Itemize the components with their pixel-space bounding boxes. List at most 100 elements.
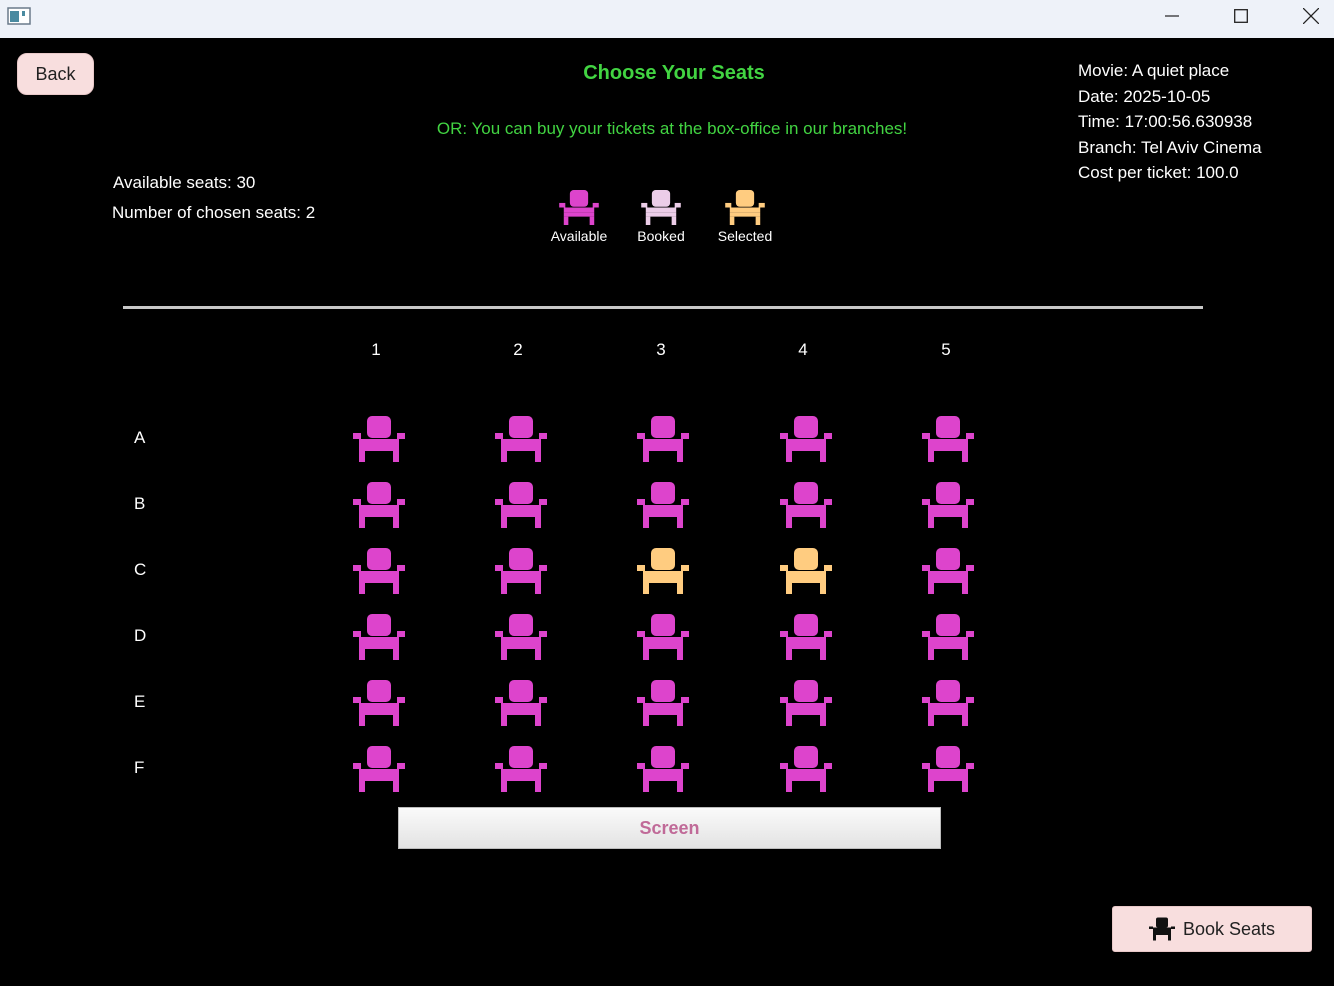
seat-E1[interactable] [353, 680, 405, 726]
seat-selected-icon [780, 548, 832, 594]
column-label: 2 [513, 340, 523, 359]
seat-E2[interactable] [495, 680, 547, 726]
seat-A3[interactable] [637, 416, 689, 462]
seat-D2[interactable] [495, 614, 547, 660]
seat-available-icon [637, 614, 689, 660]
seat-available-icon [922, 416, 974, 462]
book-seats-label: Book Seats [1182, 918, 1276, 939]
seat-available-icon [353, 614, 405, 660]
seat-available-icon [495, 614, 547, 660]
seat-selected-icon [637, 548, 689, 594]
seat-F3[interactable] [637, 746, 689, 792]
seat-available-icon [353, 548, 405, 594]
seat-F5[interactable] [922, 746, 974, 792]
seat-A4[interactable] [780, 416, 832, 462]
column-label: 1 [371, 340, 381, 359]
legend-label: Available [550, 228, 608, 244]
seat-F2[interactable] [495, 746, 547, 792]
seat-D1[interactable] [353, 614, 405, 660]
seat-available-icon [353, 482, 405, 528]
close-icon [1303, 8, 1319, 24]
screen-indicator: Screen [398, 807, 941, 849]
seat-available-icon [637, 680, 689, 726]
minimize-button[interactable] [1137, 0, 1207, 32]
seat-available-icon [495, 746, 547, 792]
seat-selected-icon [705, 190, 785, 225]
show-date: Date: 2025-10-05 [1078, 86, 1211, 106]
minimize-icon [1165, 15, 1179, 17]
seat-available-icon [539, 190, 619, 225]
seat-available-icon [495, 482, 547, 528]
seat-available-icon [780, 482, 832, 528]
seat-B2[interactable] [495, 482, 547, 528]
row-label: E [134, 692, 146, 711]
seat-available-icon [495, 548, 547, 594]
page-title: Choose Your Seats [583, 62, 765, 84]
row-label: F [134, 758, 145, 777]
seat-F1[interactable] [353, 746, 405, 792]
legend-label: Booked [637, 228, 685, 244]
seat-C2[interactable] [495, 548, 547, 594]
book-seats-button[interactable]: Book Seats [1112, 906, 1312, 952]
seat-available-icon [922, 746, 974, 792]
app-window-icon [7, 7, 31, 25]
ticket-cost: Cost per ticket: 100.0 [1078, 163, 1239, 182]
seat-B4[interactable] [780, 482, 832, 528]
seat-available-icon [922, 680, 974, 726]
seat-booked-icon [621, 190, 701, 225]
seat-available-icon [780, 680, 832, 726]
seat-available-icon [637, 746, 689, 792]
seat-available-icon [353, 416, 405, 462]
divider [123, 306, 1203, 309]
seat-D5[interactable] [922, 614, 974, 660]
seat-B1[interactable] [353, 482, 405, 528]
seat-A5[interactable] [922, 416, 974, 462]
chosen-seats-count: Number of chosen seats: 2 [112, 203, 316, 222]
branch-name: Branch: Tel Aviv Cinema [1078, 137, 1262, 157]
box-office-note: OR: You can buy your tickets at the box-… [436, 119, 908, 138]
seat-B5[interactable] [922, 482, 974, 528]
seat-E3[interactable] [637, 680, 689, 726]
row-label: D [134, 626, 147, 645]
seat-C1[interactable] [353, 548, 405, 594]
seat-A2[interactable] [495, 416, 547, 462]
seat-available-icon [495, 680, 547, 726]
available-seats-count: Available seats: 30 [113, 173, 256, 192]
close-button[interactable] [1276, 0, 1334, 32]
row-label: B [134, 494, 146, 513]
legend-booked: Booked [621, 190, 701, 244]
seat-available-icon [780, 416, 832, 462]
seat-E5[interactable] [922, 680, 974, 726]
maximize-button[interactable] [1206, 0, 1276, 32]
seat-available-icon [353, 746, 405, 792]
legend-available: Available [539, 190, 619, 244]
seat-C3[interactable] [637, 548, 689, 594]
seat-B3[interactable] [637, 482, 689, 528]
seat-available-icon [780, 614, 832, 660]
seat-available-icon [922, 482, 974, 528]
seat-available-icon [495, 416, 547, 462]
seat-icon [1148, 917, 1175, 941]
seat-E4[interactable] [780, 680, 832, 726]
seat-available-icon [637, 416, 689, 462]
movie-title: Movie: A quiet place [1078, 61, 1230, 80]
seat-D3[interactable] [637, 614, 689, 660]
show-time: Time: 17:00:56.630938 [1078, 112, 1253, 131]
seat-available-icon [780, 746, 832, 792]
seat-available-icon [637, 482, 689, 528]
back-button[interactable]: Back [17, 53, 94, 95]
column-label: 4 [798, 340, 808, 359]
window-title-bar [0, 0, 1334, 38]
seat-C5[interactable] [922, 548, 974, 594]
legend-label: Selected [717, 228, 773, 244]
seat-D4[interactable] [780, 614, 832, 660]
seat-A1[interactable] [353, 416, 405, 462]
seat-available-icon [353, 680, 405, 726]
seat-C4[interactable] [780, 548, 832, 594]
maximize-icon [1234, 9, 1248, 23]
column-label: 3 [656, 340, 666, 359]
row-label: A [134, 428, 146, 447]
column-label: 5 [941, 340, 951, 359]
seat-F4[interactable] [780, 746, 832, 792]
seat-available-icon [922, 548, 974, 594]
